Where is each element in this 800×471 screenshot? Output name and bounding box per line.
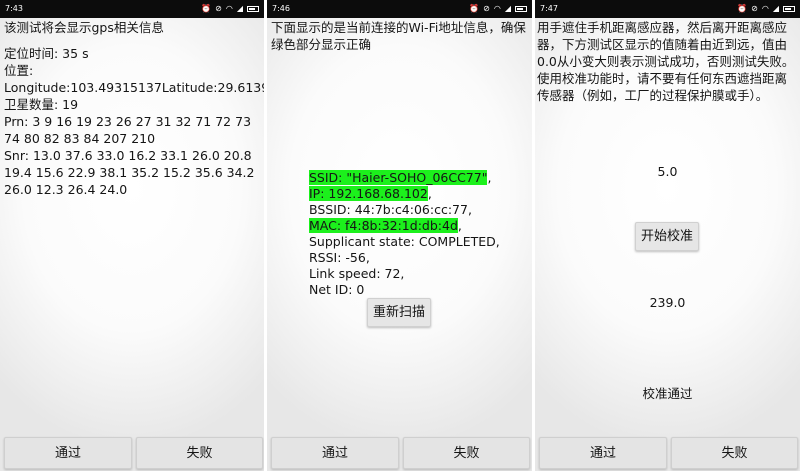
gps-location: 位置: Longitude:103.49315137Latitude:29.61…	[4, 63, 264, 95]
proximity-instructions: 用手遮住手机距离感应器，然后离开距离感应器，下方测试区显示的值随着由近到远，值由…	[537, 19, 799, 104]
mute-icon: ⊘	[483, 4, 490, 13]
mute-icon: ⊘	[215, 4, 222, 13]
calibration-status: 校准通过	[642, 386, 693, 401]
status-icons: ⏰ ⊘ ◠ ◢	[469, 0, 527, 18]
wifi-ip: IP: 192.168.68.102	[309, 186, 428, 201]
gps-info: 该测试将会显示gps相关信息 定位时间: 35 s 位置: Longitude:…	[4, 19, 264, 198]
status-icons: ⏰ ⊘ ◠ ◢	[737, 0, 795, 18]
proximity-test-screen: 7:47 ⏰ ⊘ ◠ ◢ 用手遮住手机距离感应器，然后离开距离感应器，下方测试区…	[535, 0, 800, 471]
calibration-value: 239.0	[649, 295, 686, 310]
fail-button[interactable]: 失败	[136, 437, 263, 469]
pass-button[interactable]: 通过	[271, 437, 399, 469]
gps-satellite-count: 卫星数量: 19	[4, 97, 79, 112]
status-time: 7:43	[5, 4, 23, 13]
wifi-icon: ◠	[761, 4, 769, 13]
wifi-link-speed: Link speed: 72,	[309, 266, 405, 281]
alarm-icon: ⏰	[737, 4, 748, 13]
wifi-icon: ◠	[225, 4, 233, 13]
battery-icon	[247, 6, 259, 12]
alarm-icon: ⏰	[469, 4, 480, 13]
gps-description: 该测试将会显示gps相关信息	[4, 20, 164, 35]
mute-icon: ⊘	[751, 4, 758, 13]
gps-fix-time: 定位时间: 35 s	[4, 46, 89, 61]
proximity-description: 用手遮住手机距离感应器，然后离开距离感应器，下方测试区显示的值随着由近到远，值由…	[537, 20, 795, 69]
battery-icon	[515, 6, 527, 12]
signal-icon: ◢	[504, 4, 511, 13]
wifi-bssid: BSSID: 44:7b:c4:06:cc:77,	[309, 202, 472, 217]
wifi-icon: ◠	[493, 4, 501, 13]
calibration-note: 使用校准功能时，请不要有任何东西遮挡距离传感器（例如，工厂的过程保护膜或手）。	[537, 71, 788, 103]
fail-button[interactable]: 失败	[671, 437, 798, 469]
gps-snr-list: Snr: 13.0 37.6 33.0 16.2 33.1 26.0 20.8 …	[4, 148, 255, 197]
alarm-icon: ⏰	[201, 4, 212, 13]
wifi-mac: MAC: f4:8b:32:1d:db:4d	[309, 218, 458, 233]
pass-button[interactable]: 通过	[539, 437, 667, 469]
signal-icon: ◢	[236, 4, 243, 13]
status-icons: ⏰ ⊘ ◠ ◢	[201, 0, 259, 18]
wifi-supplicant-state: Supplicant state: COMPLETED,	[309, 234, 500, 249]
status-time: 7:47	[540, 4, 558, 13]
proximity-value: 5.0	[657, 164, 678, 179]
wifi-rssi: RSSI: -56,	[309, 250, 370, 265]
wifi-description: 下面显示的是当前连接的Wi-Fi地址信息，确保绿色部分显示正确	[271, 20, 526, 52]
gps-prn-list: Prn: 3 9 16 19 23 26 27 31 32 71 72 73 7…	[4, 114, 252, 146]
start-calibration-button[interactable]: 开始校准	[635, 222, 699, 251]
fail-button[interactable]: 失败	[403, 437, 530, 469]
wifi-info: SSID: "Haier-SOHO_06CC77", IP: 192.168.6…	[309, 170, 529, 298]
gps-test-screen: 7:43 ⏰ ⊘ ◠ ◢ 该测试将会显示gps相关信息 定位时间: 35 s 位…	[0, 0, 264, 471]
status-time: 7:46	[272, 4, 290, 13]
pass-button[interactable]: 通过	[4, 437, 132, 469]
rescan-button[interactable]: 重新扫描	[367, 298, 431, 327]
status-bar: 7:47 ⏰ ⊘ ◠ ◢	[535, 0, 800, 18]
wifi-test-screen: 7:46 ⏰ ⊘ ◠ ◢ 下面显示的是当前连接的Wi-Fi地址信息，确保绿色部分…	[267, 0, 532, 471]
status-bar: 7:43 ⏰ ⊘ ◠ ◢	[0, 0, 264, 18]
wifi-net-id: Net ID: 0	[309, 282, 365, 297]
status-bar: 7:46 ⏰ ⊘ ◠ ◢	[267, 0, 532, 18]
battery-icon	[783, 6, 795, 12]
wifi-ssid: SSID: "Haier-SOHO_06CC77"	[309, 170, 488, 185]
signal-icon: ◢	[772, 4, 779, 13]
